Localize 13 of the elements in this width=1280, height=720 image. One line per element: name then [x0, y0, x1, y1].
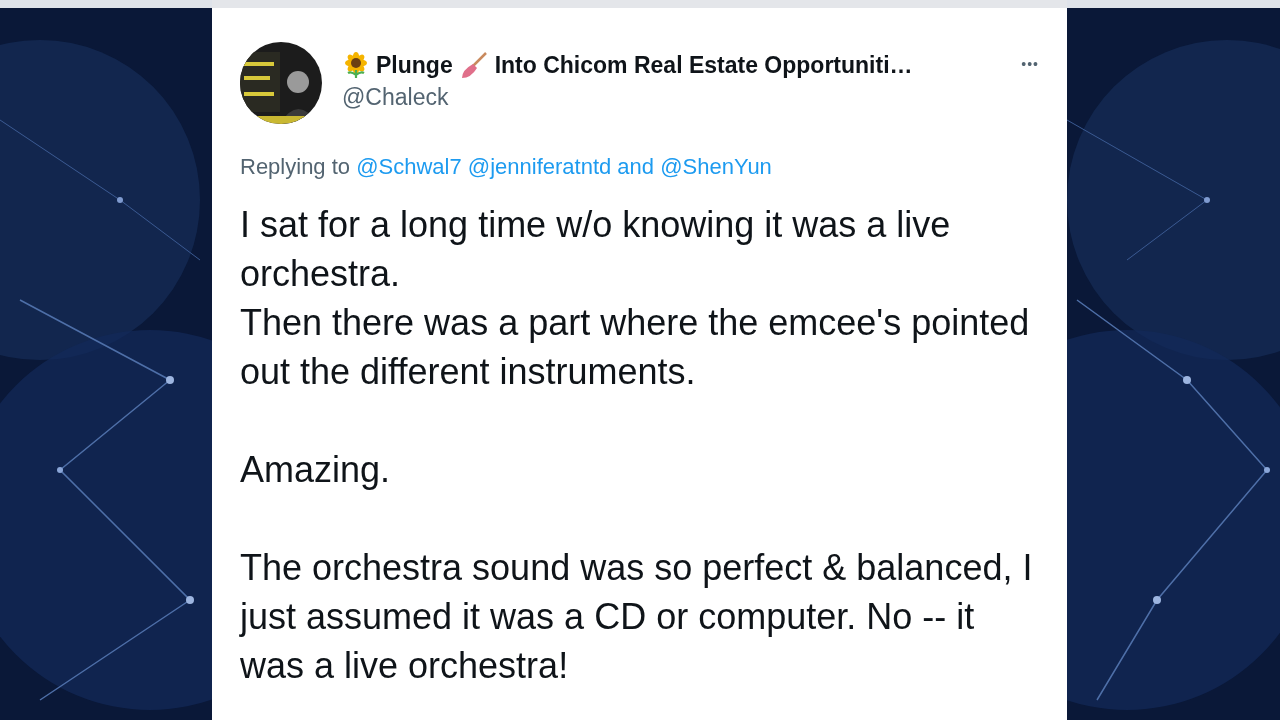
user-handle: @Chaleck: [342, 84, 449, 111]
sunflower-icon: [342, 51, 370, 79]
tweet-text: I sat for a long time w/o knowing it was a live orchestra.: [240, 203, 952, 296]
tweet-text: The orchestra sound was so perfect & balanced, I just assumed it was a CD or computer. No -- it was a live orchestra!: [240, 546, 1034, 688]
mention-link[interactable]: @Schwal7: [356, 154, 462, 179]
mention-link[interactable]: @ShenYun: [660, 154, 772, 179]
display-name: Into Chicom Real Estate Opportuniti…: [494, 51, 913, 79]
mention-link[interactable]: @jenniferatntd: [467, 154, 612, 179]
tweet-text: Amazing.: [240, 448, 392, 492]
more-options-button[interactable]: •••: [1021, 42, 1039, 72]
tweet-text: Then there was a part where the emcee's pointed out the different instruments.: [240, 301, 1031, 394]
display-name: Plunge: [376, 51, 453, 79]
reply-line: Replying to @Schwal7 @jenniferatntd and @ShenYun: [240, 154, 772, 180]
